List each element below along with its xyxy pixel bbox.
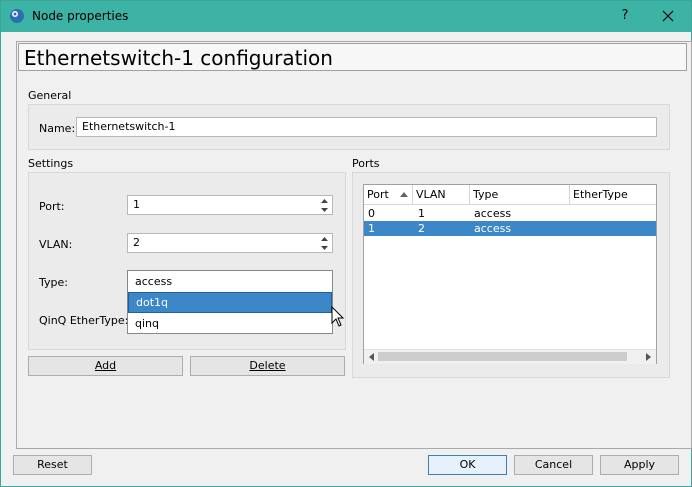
app-icon — [10, 9, 24, 23]
port-spinbox[interactable]: 1 — [127, 195, 333, 215]
column-header-vlan[interactable]: VLAN — [413, 185, 470, 204]
close-button[interactable] — [655, 5, 681, 27]
cell-ethertype — [570, 221, 574, 236]
spin-up-icon[interactable] — [318, 234, 331, 243]
type-option-access[interactable]: access — [128, 271, 332, 292]
vlan-label: VLAN: — [39, 238, 73, 251]
table-row[interactable]: 0 1 access — [364, 206, 656, 221]
cell-vlan: 1 — [418, 207, 425, 220]
vlan-value: 2 — [133, 236, 140, 249]
type-option-qinq[interactable]: qinq — [128, 313, 332, 334]
mouse-cursor-icon — [331, 306, 345, 327]
page-title: Ethernetswitch-1 configuration — [18, 43, 687, 71]
column-header-port[interactable]: Port — [364, 185, 413, 204]
ok-button[interactable]: OK — [428, 455, 507, 475]
column-port-label: Port — [367, 188, 389, 201]
title-bar[interactable]: Node properties ? — [1, 1, 691, 32]
cell-port: 1 — [368, 222, 375, 235]
horizontal-scrollbar[interactable] — [364, 349, 656, 364]
apply-button[interactable]: Apply — [600, 455, 679, 475]
ports-table-header: Port VLAN Type EtherType — [364, 185, 656, 205]
ports-group-label: Ports — [352, 157, 380, 170]
spin-down-icon[interactable] — [318, 205, 331, 214]
scroll-right-icon[interactable] — [642, 351, 654, 363]
settings-group-label: Settings — [28, 157, 74, 170]
qinq-ethertype-label: QinQ EtherType: — [39, 314, 129, 327]
table-row-selected[interactable]: 1 2 access — [364, 221, 656, 236]
type-label: Type: — [39, 276, 68, 289]
column-header-ethertype[interactable]: EtherType — [570, 185, 656, 204]
window-title: Node properties — [32, 9, 129, 23]
name-label: Name: — [39, 122, 76, 135]
add-button[interactable]: Add — [28, 356, 183, 376]
add-button-label: Add — [94, 359, 117, 372]
cell-port: 0 — [368, 207, 375, 220]
general-group-label: General — [28, 89, 72, 102]
port-label: Port: — [39, 200, 65, 213]
vlan-spin-buttons[interactable] — [318, 234, 331, 252]
help-button[interactable]: ? — [613, 5, 637, 27]
cancel-button[interactable]: Cancel — [514, 455, 593, 475]
vlan-spinbox[interactable]: 2 — [127, 233, 333, 253]
port-spin-buttons[interactable] — [318, 196, 331, 214]
type-option-dot1q[interactable]: dot1q — [128, 292, 332, 313]
ports-table[interactable]: Port VLAN Type EtherType 0 1 access 1 2 … — [363, 184, 657, 364]
cell-type: access — [474, 207, 512, 220]
cell-ethertype — [570, 206, 574, 221]
scrollbar-thumb[interactable] — [378, 352, 627, 361]
column-header-type[interactable]: Type — [470, 185, 570, 204]
close-icon — [662, 10, 674, 22]
cell-vlan: 2 — [418, 222, 425, 235]
sort-ascending-icon — [400, 192, 408, 197]
type-dropdown-list[interactable]: access dot1q qinq — [127, 270, 333, 334]
spin-down-icon[interactable] — [318, 243, 331, 252]
spin-up-icon[interactable] — [318, 196, 331, 205]
scroll-left-icon[interactable] — [366, 351, 378, 363]
cell-type: access — [474, 222, 512, 235]
port-value: 1 — [133, 198, 140, 211]
reset-button[interactable]: Reset — [13, 455, 92, 475]
name-field[interactable]: Ethernetswitch-1 — [76, 117, 657, 137]
delete-button[interactable]: Delete — [190, 356, 345, 376]
delete-button-label: Delete — [249, 359, 286, 372]
